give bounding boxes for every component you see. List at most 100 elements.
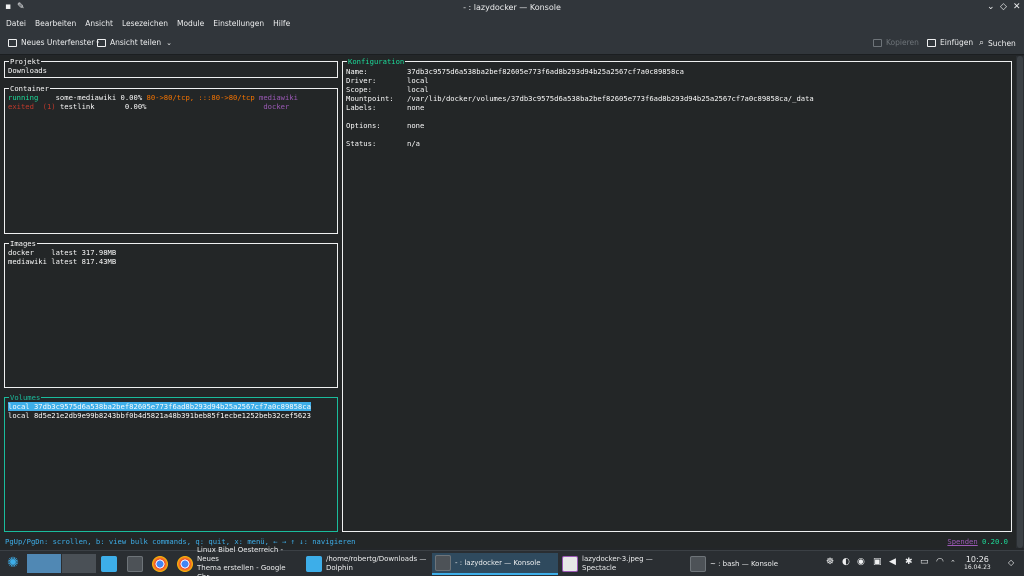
tray-expand-icon[interactable]: ⌃ <box>950 559 956 567</box>
media-player-icon[interactable]: ◉ <box>857 557 865 567</box>
menu-bearbeiten[interactable]: Bearbeiten <box>35 19 76 28</box>
images-panel-title: Images <box>9 239 37 248</box>
config-panel-title: Konfiguration <box>347 57 406 66</box>
volume-row-selected[interactable]: local 37db3c9575d6a538ba2bef82605e773f6a… <box>8 402 311 411</box>
config-value-mountpoint: /var/lib/docker/volumes/37db3c9575d6a538… <box>407 94 814 103</box>
image-name: docker <box>8 248 34 257</box>
config-field-driver: Driver: <box>346 76 377 85</box>
find-button[interactable]: ⌕ Suchen <box>979 38 1016 48</box>
task-konsole-bash[interactable]: ~ : bash — Konsole <box>690 553 800 575</box>
task-spectacle[interactable]: lazydocker-3.jpeg — Spectacle <box>562 553 684 575</box>
image-tag: latest <box>51 248 78 257</box>
chrome-icon <box>152 556 168 572</box>
konsole-launcher[interactable] <box>127 553 147 575</box>
terminal-scrollbar[interactable] <box>1016 56 1024 548</box>
clipboard-icon[interactable]: ▣ <box>873 557 882 567</box>
paste-label: Einfügen <box>940 38 974 47</box>
container-row[interactable]: running some-mediawiki 0.00% 80->80/tcp,… <box>8 93 298 102</box>
volume-row[interactable]: local 8d5e21e2db9e99b8243bbf0b4d5821a48b… <box>8 411 311 420</box>
config-panel[interactable]: Konfiguration Name: 37db3c9575d6a538ba2b… <box>342 57 1012 532</box>
task-label: - : lazydocker — Konsole <box>455 558 541 567</box>
new-tab-button[interactable]: Neues Unterfenster ▾ <box>8 38 99 47</box>
volumes-panel[interactable]: Volumes local 37db3c9575d6a538ba2bef8260… <box>4 393 338 532</box>
config-value-labels: none <box>407 103 425 112</box>
clock-date: 16.04.23 <box>964 564 991 571</box>
container-name: testlink <box>59 102 95 111</box>
container-row[interactable]: exited (1) testlink 0.00% docker <box>8 102 289 111</box>
clock-time: 10:26 <box>965 555 989 564</box>
show-desktop-icon[interactable]: ◇ <box>1008 558 1014 567</box>
app-launcher-icon[interactable]: ✺ <box>4 554 22 572</box>
chrome-launcher[interactable] <box>152 553 172 575</box>
volume-icon[interactable]: ◀ <box>889 557 896 567</box>
volume-name: 8d5e21e2db9e99b8243bbf0b4d5821a48b391beb… <box>33 411 311 420</box>
config-value-driver: local <box>407 76 429 85</box>
volume-driver: local <box>8 402 30 411</box>
containers-panel-title: Container <box>9 84 50 93</box>
image-size: 317.98MB <box>81 248 117 257</box>
volume-name: 37db3c9575d6a538ba2bef82605e773f6ad8b293… <box>33 402 311 411</box>
project-panel[interactable]: Projekt Downloads <box>4 57 338 78</box>
virtual-desktop-2[interactable] <box>62 554 96 573</box>
storage-icon[interactable]: ▭ <box>920 557 929 567</box>
task-dolphin[interactable]: /home/robertg/Downloads — Dolphin <box>306 553 428 575</box>
terminal-icon <box>127 556 143 572</box>
chrome-icon <box>177 556 193 572</box>
volumes-panel-title: Volumes <box>9 393 42 402</box>
container-image: mediawiki <box>259 93 298 102</box>
scrollbar-thumb[interactable] <box>1017 56 1023 548</box>
containers-panel[interactable]: Container running some-mediawiki 0.00% 8… <box>4 84 338 234</box>
search-icon: ⌕ <box>979 38 985 48</box>
container-cpu: 0.00% <box>120 93 143 102</box>
volume-driver: local <box>8 411 30 420</box>
copy-label: Kopieren <box>886 38 919 47</box>
container-status: exited <box>8 102 34 111</box>
status-right: Spenden 0.20.0 <box>947 537 1008 546</box>
copy-button[interactable]: Kopieren <box>873 38 919 47</box>
copy-icon <box>873 38 882 47</box>
folder-icon <box>101 556 117 572</box>
menu-lesezeichen[interactable]: Lesezeichen <box>122 19 168 28</box>
menu-ansicht[interactable]: Ansicht <box>85 19 113 28</box>
window-titlebar: ▪ ✎ - : lazydocker — Konsole ⌄ ◇ ✕ <box>0 0 1024 16</box>
bluetooth-icon[interactable]: ✱ <box>905 557 913 567</box>
new-tab-label: Neues Unterfenster <box>21 38 95 47</box>
maximize-button[interactable]: ◇ <box>1000 2 1007 12</box>
task-label: lazydocker-3.jpeg — Spectacle <box>582 555 653 572</box>
split-view-button[interactable]: Ansicht teilen ⌄ <box>97 38 172 47</box>
menu-module[interactable]: Module <box>177 19 204 28</box>
task-label: ~ : bash — Konsole <box>710 559 779 568</box>
notifications-icon[interactable]: ◐ <box>842 557 850 567</box>
image-row[interactable]: mediawiki latest 817.43MB <box>8 257 116 266</box>
task-konsole-lazydocker[interactable]: - : lazydocker — Konsole <box>432 553 558 575</box>
container-status: running <box>8 93 39 102</box>
version-label: 0.20.0 <box>982 537 1008 546</box>
menubar: Datei Bearbeiten Ansicht Lesezeichen Mod… <box>0 16 1024 31</box>
wifi-icon[interactable]: ◠ <box>936 557 944 567</box>
container-ports: 80->80/tcp, :::80->80/tcp <box>146 93 255 102</box>
task-chrome[interactable]: Linux Bibel Oesterreich - Neues Thema ers… <box>177 546 302 576</box>
virtual-desktop-1[interactable] <box>27 554 61 573</box>
menu-hilfe[interactable]: Hilfe <box>273 19 290 28</box>
chevron-down-icon: ⌄ <box>166 38 173 47</box>
images-panel[interactable]: Images docker latest 317.98MB mediawiki … <box>4 239 338 388</box>
close-button[interactable]: ✕ <box>1013 2 1021 12</box>
task-label: /home/robertg/Downloads — <box>326 555 427 563</box>
kdeconnect-icon[interactable]: ☸ <box>826 557 834 567</box>
image-tag: latest <box>51 257 78 266</box>
dolphin-launcher[interactable] <box>101 553 121 575</box>
field-label: Name: <box>346 67 368 76</box>
menu-datei[interactable]: Datei <box>6 19 26 28</box>
donate-link[interactable]: Spenden <box>947 537 977 546</box>
menu-einstellungen[interactable]: Einstellungen <box>213 19 264 28</box>
image-size: 817.43MB <box>81 257 117 266</box>
config-value-status: n/a <box>407 139 420 148</box>
image-row[interactable]: docker latest 317.98MB <box>8 248 116 257</box>
paste-button[interactable]: Einfügen <box>927 38 973 47</box>
terminal-area[interactable]: Projekt Downloads Container running some… <box>0 56 1016 548</box>
clock[interactable]: 10:26 16.04.23 <box>964 555 991 572</box>
minimize-button[interactable]: ⌄ <box>987 2 995 12</box>
config-field-mountpoint: Mountpoint: <box>346 94 394 103</box>
container-name: some-mediawiki <box>55 93 117 102</box>
container-cpu: 0.00% <box>124 102 147 111</box>
